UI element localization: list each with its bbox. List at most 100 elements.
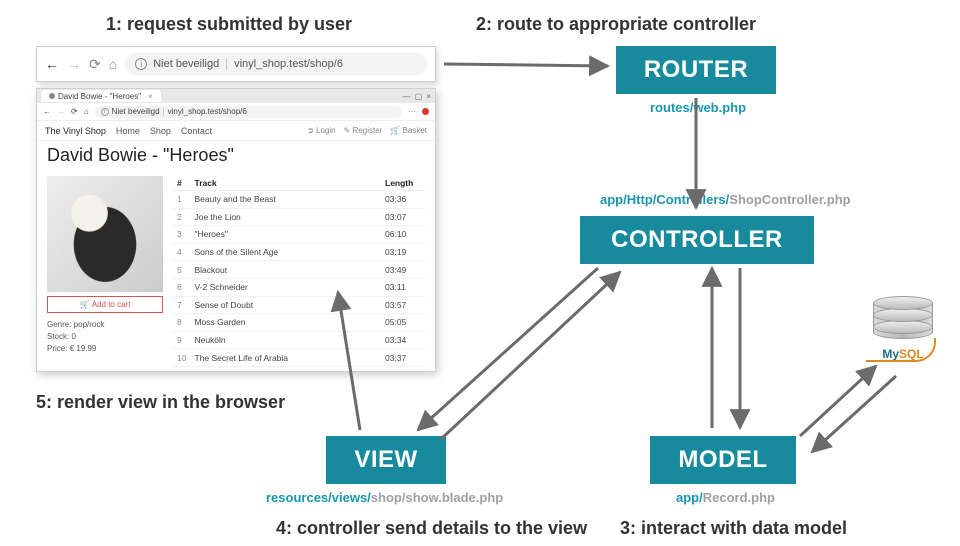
database-icon: MySQL <box>870 296 936 360</box>
track-title: The Secret Life of Arabia <box>190 349 381 367</box>
table-row: 1Beauty and the Beast03:36 <box>173 191 425 209</box>
not-secure-label: Niet beveiligd <box>153 58 219 70</box>
minimize-icon[interactable]: — <box>403 92 411 101</box>
site-navbar: The Vinyl Shop Home Shop Contact ➲ Login… <box>37 121 435 141</box>
col-number: # <box>173 176 190 191</box>
nav-register[interactable]: ✎ Register <box>344 126 383 135</box>
col-length: Length <box>381 176 425 191</box>
table-row: 5Blackout03:49 <box>173 261 425 279</box>
nav-contact[interactable]: Contact <box>181 126 212 136</box>
track-number: 6 <box>173 278 190 296</box>
tab-bar: David Bowie - "Heroes" × — ▢ × <box>37 89 435 103</box>
track-title: Sons of the Silent Age <box>190 243 381 261</box>
col-track: Track <box>190 176 381 191</box>
browser-address-bar: ← → ⟳ ⌂ i Niet beveiligd | vinyl_shop.te… <box>36 46 436 82</box>
track-title: Beauty and the Beast <box>190 191 381 209</box>
nav-shop[interactable]: Shop <box>150 126 171 136</box>
step-4-label: 4: controller send details to the view <box>276 518 587 539</box>
track-length: 05:05 <box>381 314 425 332</box>
router-path: routes/web.php <box>650 100 746 115</box>
table-row: 8Moss Garden05:05 <box>173 314 425 332</box>
nav-home[interactable]: Home <box>116 126 140 136</box>
browser-toolbar: ← → ⟳ ⌂ i Niet beveiligd | vinyl_shop.te… <box>37 103 435 121</box>
track-title: Sense of Doubt <box>190 296 381 314</box>
reload-icon[interactable]: ⟳ <box>71 107 78 116</box>
track-length: 06:10 <box>381 226 425 244</box>
controller-path: app/Http/Controllers/ShopController.php <box>600 192 851 207</box>
track-number: 2 <box>173 208 190 226</box>
track-number: 3 <box>173 226 190 244</box>
table-row: 6V-2 Schneider03:11 <box>173 278 425 296</box>
model-path: app/Record.php <box>676 490 775 505</box>
track-title: Neuköln <box>190 331 381 349</box>
close-tab-icon[interactable]: × <box>148 92 153 101</box>
track-title: V-2 Schneider <box>190 278 381 296</box>
table-row: 9Neuköln03:34 <box>173 331 425 349</box>
track-number: 10 <box>173 349 190 367</box>
table-row: 3"Heroes"06:10 <box>173 226 425 244</box>
back-icon[interactable]: ← <box>45 56 59 72</box>
track-number: 8 <box>173 314 190 332</box>
add-to-cart-button[interactable]: 🛒 Add to cart <box>47 296 163 313</box>
track-length: 03:07 <box>381 208 425 226</box>
url-text: vinyl_shop.test/shop/6 <box>168 107 247 116</box>
url-field[interactable]: i Niet beveiligd | vinyl_shop.test/shop/… <box>95 106 402 118</box>
track-number: 4 <box>173 243 190 261</box>
home-icon[interactable]: ⌂ <box>84 107 89 116</box>
info-icon: i <box>101 108 109 116</box>
forward-icon[interactable]: → <box>67 56 81 72</box>
track-title: Moss Garden <box>190 314 381 332</box>
tab-title: David Bowie - "Heroes" <box>58 92 141 101</box>
view-box: VIEW <box>326 436 446 484</box>
close-window-icon[interactable]: × <box>426 92 431 101</box>
maximize-icon[interactable]: ▢ <box>415 92 423 101</box>
controller-box: CONTROLLER <box>580 216 814 264</box>
track-title: "Heroes" <box>190 226 381 244</box>
view-path: resources/views/shop/show.blade.php <box>266 490 503 505</box>
step-2-label: 2: route to appropriate controller <box>476 14 756 35</box>
track-number: 1 <box>173 191 190 209</box>
track-length: 03:49 <box>381 261 425 279</box>
url-separator: | <box>225 58 228 70</box>
step-3-label: 3: interact with data model <box>620 518 847 539</box>
url-field[interactable]: i Niet beveiligd | vinyl_shop.test/shop/… <box>125 53 427 75</box>
track-length: 03:37 <box>381 349 425 367</box>
site-brand[interactable]: The Vinyl Shop <box>45 126 106 136</box>
model-box: MODEL <box>650 436 796 484</box>
not-secure-label: Niet beveiligd <box>112 107 160 116</box>
step-5-label: 5: render view in the browser <box>36 392 285 413</box>
table-row: 7Sense of Doubt03:57 <box>173 296 425 314</box>
table-row: 4Sons of the Silent Age03:19 <box>173 243 425 261</box>
browser-tab[interactable]: David Bowie - "Heroes" × <box>41 90 161 102</box>
extension-icon[interactable]: ⋯ <box>408 107 416 116</box>
track-length: 03:36 <box>381 191 425 209</box>
url-separator: | <box>163 107 165 116</box>
table-row: 2Joe the Lion03:07 <box>173 208 425 226</box>
browser-window: David Bowie - "Heroes" × — ▢ × ← → ⟳ ⌂ i… <box>36 88 436 372</box>
track-length: 03:11 <box>381 278 425 296</box>
nav-login[interactable]: ➲ Login <box>307 126 336 135</box>
track-length: 03:57 <box>381 296 425 314</box>
forward-icon[interactable]: → <box>57 107 65 116</box>
nav-basket[interactable]: 🛒 Basket <box>390 126 427 135</box>
album-cover <box>47 176 163 292</box>
track-number: 9 <box>173 331 190 349</box>
track-number: 7 <box>173 296 190 314</box>
track-title: Joe the Lion <box>190 208 381 226</box>
extension-badge-icon[interactable] <box>422 108 429 115</box>
product-meta: Genre: pop/rock Stock: 0 Price: € 19.99 <box>47 319 163 355</box>
tracklist-table: # Track Length 1Beauty and the Beast03:3… <box>173 176 425 367</box>
url-text: vinyl_shop.test/shop/6 <box>234 58 343 70</box>
favicon-icon <box>49 93 55 99</box>
reload-icon[interactable]: ⟳ <box>89 56 101 73</box>
table-row: 10The Secret Life of Arabia03:37 <box>173 349 425 367</box>
track-length: 03:34 <box>381 331 425 349</box>
back-icon[interactable]: ← <box>43 107 51 116</box>
step-1-label: 1: request submitted by user <box>106 14 352 35</box>
track-number: 5 <box>173 261 190 279</box>
router-box: ROUTER <box>616 46 776 94</box>
page-title: David Bowie - "Heroes" <box>47 145 425 166</box>
track-title: Blackout <box>190 261 381 279</box>
info-icon: i <box>135 58 147 70</box>
home-icon[interactable]: ⌂ <box>109 56 117 72</box>
